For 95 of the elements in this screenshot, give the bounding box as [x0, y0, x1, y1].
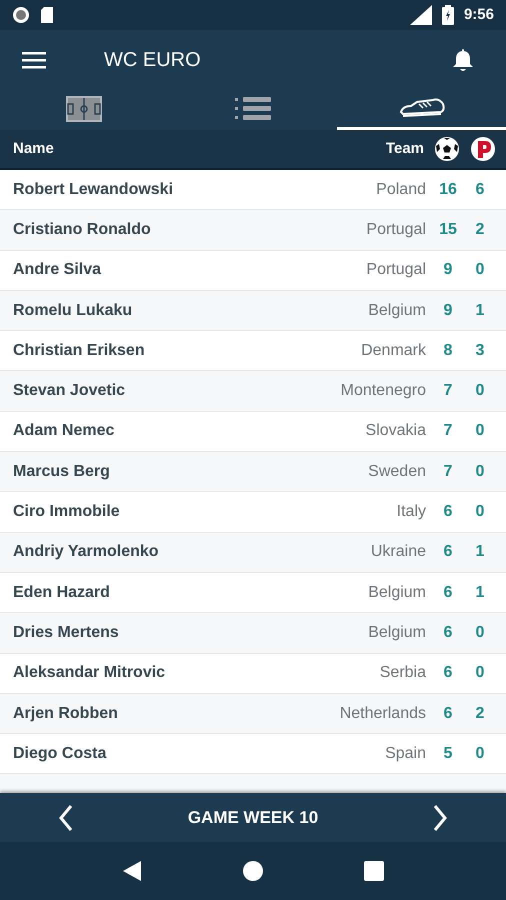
player-name: Arjen Robben [13, 704, 118, 724]
goals-count: 7 [442, 462, 454, 482]
player-name: Stevan Jovetic [13, 381, 126, 402]
player-row[interactable]: Stevan Jovetic Montenegro 7 0 [0, 371, 506, 411]
player-row[interactable]: Arjen Robben Netherlands 6 2 [0, 694, 506, 734]
team-name: Poland [376, 180, 426, 200]
team-name: Netherlands [340, 704, 426, 724]
player-name: Andre Silva [13, 260, 102, 280]
back-button[interactable] [122, 860, 142, 882]
player-name: Romelu Lukaku [13, 300, 132, 321]
assists-count: 0 [474, 421, 486, 442]
soccer-ball-icon [434, 136, 460, 162]
goals-count: 6 [442, 542, 454, 562]
goals-count: 6 [442, 582, 454, 603]
assists-count: 6 [474, 180, 486, 200]
goals-count: 5 [442, 744, 454, 764]
menu-button[interactable] [22, 49, 48, 71]
notifications-button[interactable] [452, 48, 474, 72]
assists-count: 1 [474, 542, 486, 562]
numbered-list-icon [235, 96, 271, 120]
player-name: Diego Costa [13, 744, 106, 764]
goals-count: 6 [442, 704, 454, 724]
player-row[interactable]: Christian Eriksen Denmark 8 3 [0, 331, 506, 370]
team-name: Belgium [368, 622, 426, 643]
team-name: Belgium [368, 582, 426, 603]
column-header: Team [386, 138, 424, 159]
goals-count: 16 [438, 180, 458, 200]
player-row[interactable]: Marcus Berg Sweden 7 0 [0, 452, 506, 492]
goals-count: 9 [442, 260, 454, 280]
player-row[interactable]: Eden Hazard Belgium 6 1 [0, 572, 506, 612]
player-row[interactable]: Andriy Yarmolenko Ukraine 6 1 [0, 532, 506, 572]
assist-badge-icon [470, 136, 496, 162]
team-name: Portugal [366, 260, 426, 280]
goals-count: 6 [442, 622, 454, 643]
assists-count: 1 [474, 582, 486, 603]
assists-count: 0 [474, 663, 486, 684]
team-name: Italy [396, 502, 426, 522]
team-name: Denmark [361, 340, 426, 361]
assists-count: 0 [474, 381, 486, 402]
goals-count: 9 [442, 300, 454, 321]
assists-count: 3 [474, 340, 486, 361]
assists-count: 2 [474, 704, 486, 724]
goals-count: 8 [442, 340, 454, 361]
home-button[interactable] [242, 860, 264, 882]
player-name: Dries Mertens [13, 622, 119, 643]
team-name: Sweden [368, 462, 426, 482]
player-row[interactable]: Diego Costa Spain 5 0 [0, 734, 506, 774]
player-name: Andriy Yarmolenko [13, 542, 159, 562]
next-button[interactable] [432, 804, 448, 832]
boot-icon [398, 98, 445, 120]
player-name: Christian Eriksen [13, 340, 145, 361]
player-row[interactable]: Romelu Lukaku Belgium 9 1 [0, 290, 506, 330]
assists-count: 0 [474, 502, 486, 522]
goals-count: 6 [442, 502, 454, 522]
team-name: Slovakia [366, 421, 426, 442]
player-row[interactable]: Aleksandar Mitrovic Serbia 6 0 [0, 654, 506, 693]
player-row[interactable]: Cristiano Ronaldo Portugal 15 2 [0, 210, 506, 250]
player-name: Ciro Immobile [13, 502, 120, 522]
player-name: Marcus Berg [13, 462, 110, 482]
assists-count: 0 [474, 744, 486, 764]
assists-count: 0 [474, 260, 486, 280]
player-name: Adam Nemec [13, 421, 114, 442]
goals-count: 15 [438, 220, 458, 240]
player-row[interactable]: Robert Lewandowski Poland 16 6 [0, 170, 506, 210]
player-row[interactable]: Andre Silva Portugal 9 0 [0, 250, 506, 290]
team-name: Serbia [380, 663, 426, 684]
clock: 9:56 [464, 4, 494, 25]
circle-icon [12, 6, 30, 24]
player-name: Aleksandar Mitrovic [13, 663, 166, 684]
assists-count: 0 [474, 462, 486, 482]
player-row[interactable]: Adam Nemec Slovakia 7 0 [0, 412, 506, 452]
team-name: Belgium [368, 300, 426, 321]
pitch-icon [66, 96, 102, 122]
previous-button[interactable] [58, 804, 74, 832]
player-name: Robert Lewandowski [13, 180, 174, 200]
player-row[interactable]: Dries Mertens Belgium 6 0 [0, 613, 506, 653]
goals-count: 7 [442, 421, 454, 442]
team-name: Portugal [366, 220, 426, 240]
signal-icon [410, 5, 432, 25]
sd-card-icon [40, 6, 54, 24]
player-name: Eden Hazard [13, 582, 110, 603]
assists-count: 2 [474, 220, 486, 240]
player-name: Cristiano Ronaldo [13, 220, 151, 240]
app-title: WC EURO [104, 48, 201, 73]
player-row[interactable]: Ciro Immobile Italy 6 0 [0, 492, 506, 532]
assists-count: 1 [474, 300, 486, 321]
team-name: Ukraine [370, 542, 426, 562]
team-name: Montenegro [340, 381, 426, 402]
battery-icon [442, 5, 454, 25]
goals-count: 6 [442, 663, 454, 684]
assists-count: 0 [474, 622, 486, 643]
game-week-label: GAME WEEK 10 [188, 806, 318, 829]
team-name: Spain [385, 744, 426, 764]
column-header: Name [13, 138, 54, 159]
goals-count: 7 [442, 381, 454, 402]
